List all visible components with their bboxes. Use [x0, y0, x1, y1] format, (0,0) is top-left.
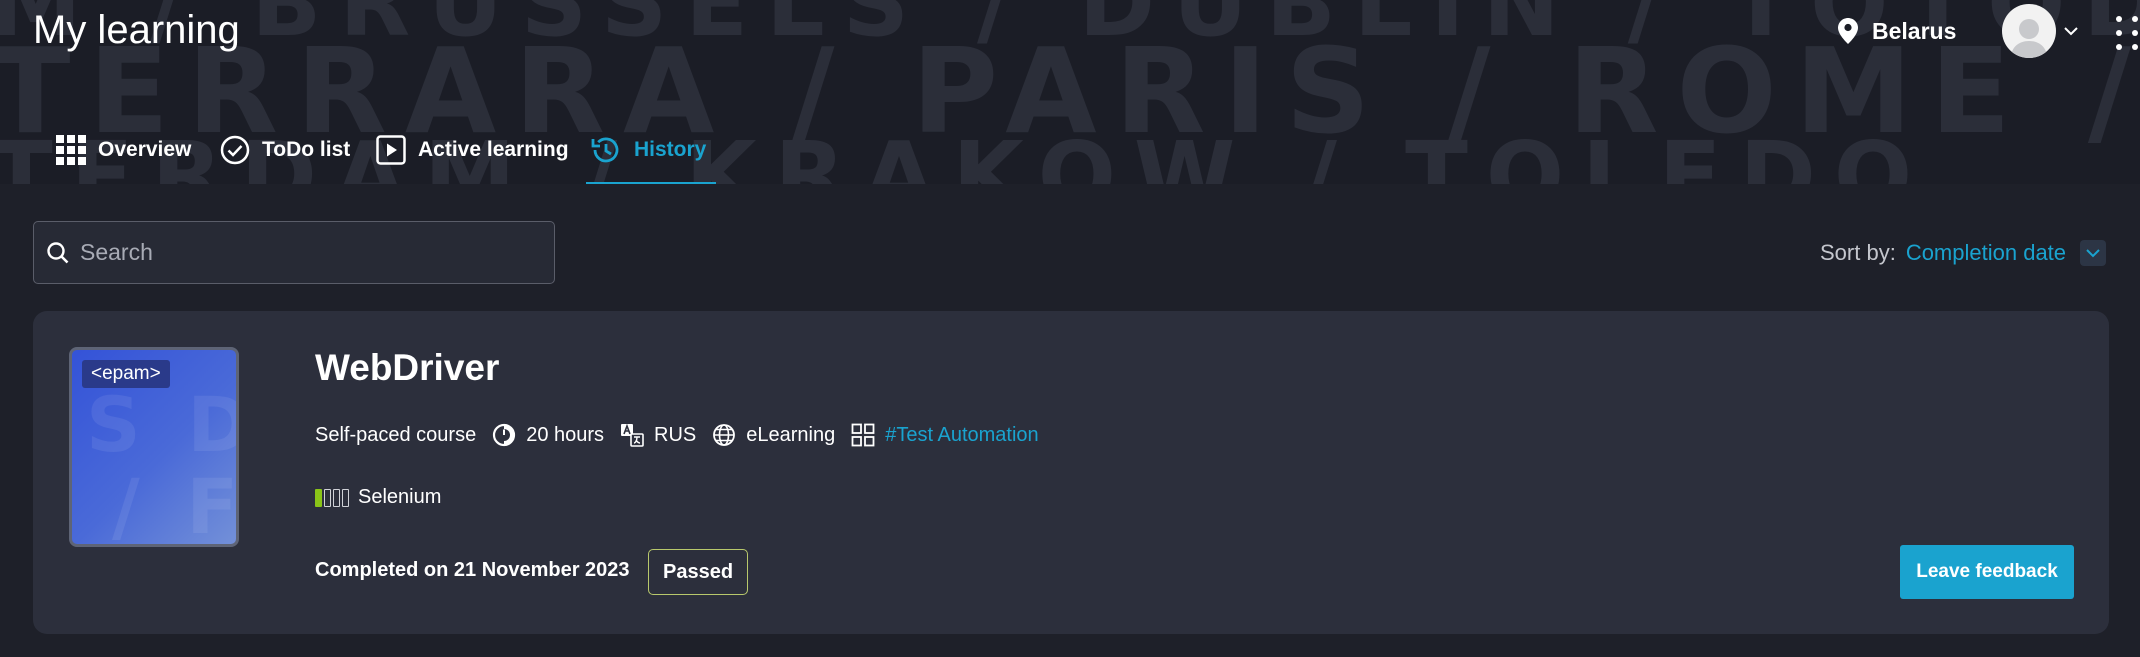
check-circle-icon [220, 135, 250, 165]
skill-level-bars-icon [315, 488, 349, 507]
clock-icon [492, 423, 516, 447]
grid-icon [56, 135, 86, 165]
tab-label: Overview [98, 138, 192, 161]
tab-label: Active learning [418, 138, 569, 161]
duration-value: 20 hours [526, 423, 605, 446]
tab-label: History [634, 138, 707, 161]
leave-feedback-button[interactable]: Leave feedback [1900, 545, 2074, 599]
user-menu[interactable] [2002, 4, 2078, 58]
tab-active-learning[interactable]: Active learning [372, 116, 573, 184]
course-format: eLearning [712, 423, 835, 447]
sort-value[interactable]: Completion date [1906, 240, 2066, 266]
globe-icon [712, 423, 736, 447]
course-thumbnail[interactable]: S D A / F E <epam> [69, 347, 239, 547]
play-icon [376, 135, 406, 165]
chevron-down-icon [2064, 26, 2078, 36]
status-badge: Passed [648, 549, 749, 595]
skill-level: Selenium [315, 486, 441, 509]
tab-overview[interactable]: Overview [52, 116, 195, 184]
chevron-down-icon[interactable] [2080, 240, 2107, 266]
format-value: eLearning [746, 423, 836, 446]
translate-icon [620, 423, 644, 447]
tab-bar: Overview ToDo list Active learning Histo… [0, 116, 2140, 184]
location-label: Belarus [1872, 17, 1957, 44]
search-field[interactable] [33, 221, 555, 284]
tab-label: ToDo list [262, 138, 351, 161]
thumbnail-watermark: / F E [112, 462, 236, 547]
search-input[interactable] [80, 239, 540, 266]
course-meta: Self-paced course 20 hours RUS eLearning… [315, 423, 1039, 447]
tab-history[interactable]: History [586, 116, 716, 184]
epam-logo: <epam> [82, 360, 170, 388]
skill-name: Selenium [358, 486, 442, 508]
course-duration: 20 hours [492, 423, 604, 447]
completion-date: Completed on 21 November 2023 [315, 559, 630, 581]
tab-todo-list[interactable]: ToDo list [216, 116, 354, 184]
course-card[interactable]: S D A / F E <epam> WebDriver Self-paced … [33, 311, 2109, 634]
course-language: RUS [620, 423, 696, 447]
page-header: M / BRUSSELS / DUBLIN / TOTODIN TERRARA … [0, 0, 2140, 184]
location-selector[interactable]: Belarus [1838, 16, 1956, 46]
tag-link[interactable]: #Test Automation [885, 424, 1038, 447]
course-title[interactable]: WebDriver [315, 347, 499, 389]
thumbnail-watermark: S D A [86, 380, 236, 469]
language-value: RUS [654, 423, 697, 446]
page-title: My learning [33, 8, 240, 52]
category-grid-icon [851, 423, 875, 447]
sort-control: Sort by: Completion date [1820, 240, 2107, 266]
history-icon [590, 134, 622, 166]
user-avatar-icon [2002, 4, 2056, 58]
course-tag: #Test Automation [851, 423, 1039, 447]
apps-menu-icon[interactable] [2116, 16, 2138, 50]
search-icon [46, 241, 70, 265]
sort-label: Sort by: [1820, 240, 1896, 265]
course-type: Self-paced course [315, 423, 477, 446]
location-pin-icon [1838, 18, 1858, 44]
